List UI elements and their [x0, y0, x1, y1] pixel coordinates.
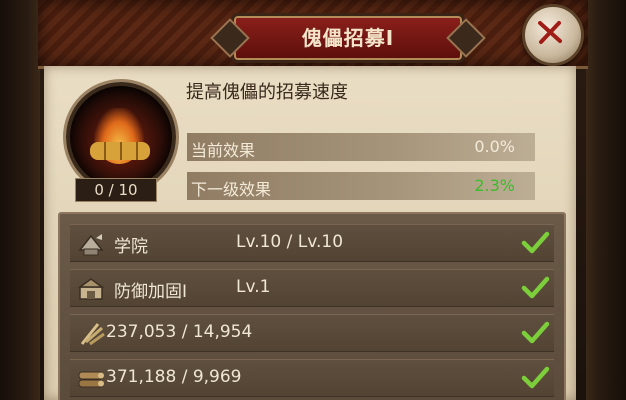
current-effect-value: 0.0%	[474, 137, 515, 156]
requirement-row: 237,053 / 14,954	[70, 314, 554, 352]
level-progress: 0 / 10	[75, 178, 157, 202]
golem-coins-art	[90, 142, 150, 160]
frame-right-edge	[586, 0, 626, 400]
title-bar: 傀儡招募I	[38, 0, 588, 69]
requirement-value: 371,188 / 9,969	[106, 367, 242, 387]
research-window: 傀儡招募I 0 / 10 提高傀儡的招募速度 当前效果 0.0% 下一级效果 2…	[0, 0, 626, 400]
current-effect-label: 当前效果	[191, 141, 256, 160]
wheat-icon	[80, 323, 105, 346]
golem-recruit-icon	[66, 82, 176, 192]
academy-icon	[78, 234, 104, 256]
requirements-panel: 学院 Lv.10 / Lv.10 防御加固I Lv.1 237,053 / 14…	[58, 212, 566, 400]
check-icon	[521, 231, 550, 254]
title-plate: 傀儡招募I	[234, 16, 462, 60]
requirement-row: 防御加固I Lv.1	[70, 269, 554, 307]
frame-left-edge	[0, 0, 40, 400]
next-effect-value: 2.3%	[474, 176, 515, 195]
upgrade-description: 提高傀儡的招募速度	[186, 82, 348, 103]
requirement-value: 237,053 / 14,954	[106, 322, 253, 342]
requirement-value: Lv.10 / Lv.10	[236, 232, 344, 252]
current-effect-row: 当前效果 0.0%	[187, 133, 535, 161]
close-button[interactable]	[522, 4, 584, 66]
requirement-name: 防御加固I	[114, 282, 188, 302]
next-effect-label: 下一级效果	[191, 180, 272, 199]
close-x-icon	[538, 21, 562, 44]
requirement-name: 学院	[114, 237, 148, 257]
next-effect-row: 下一级效果 2.3%	[187, 172, 535, 200]
requirement-value: Lv.1	[236, 277, 271, 297]
check-icon	[521, 321, 550, 344]
requirement-row: 371,188 / 9,969	[70, 359, 554, 397]
window-title: 傀儡招募I	[301, 26, 395, 50]
wood-icon	[78, 371, 104, 388]
defense-fortify-icon	[77, 278, 105, 300]
requirement-row: 学院 Lv.10 / Lv.10	[70, 224, 554, 262]
upgrade-panel: 0 / 10 提高傀儡的招募速度 当前效果 0.0% 下一级效果 2.3% 学院…	[44, 66, 576, 400]
check-icon	[521, 366, 550, 389]
check-icon	[521, 276, 550, 299]
